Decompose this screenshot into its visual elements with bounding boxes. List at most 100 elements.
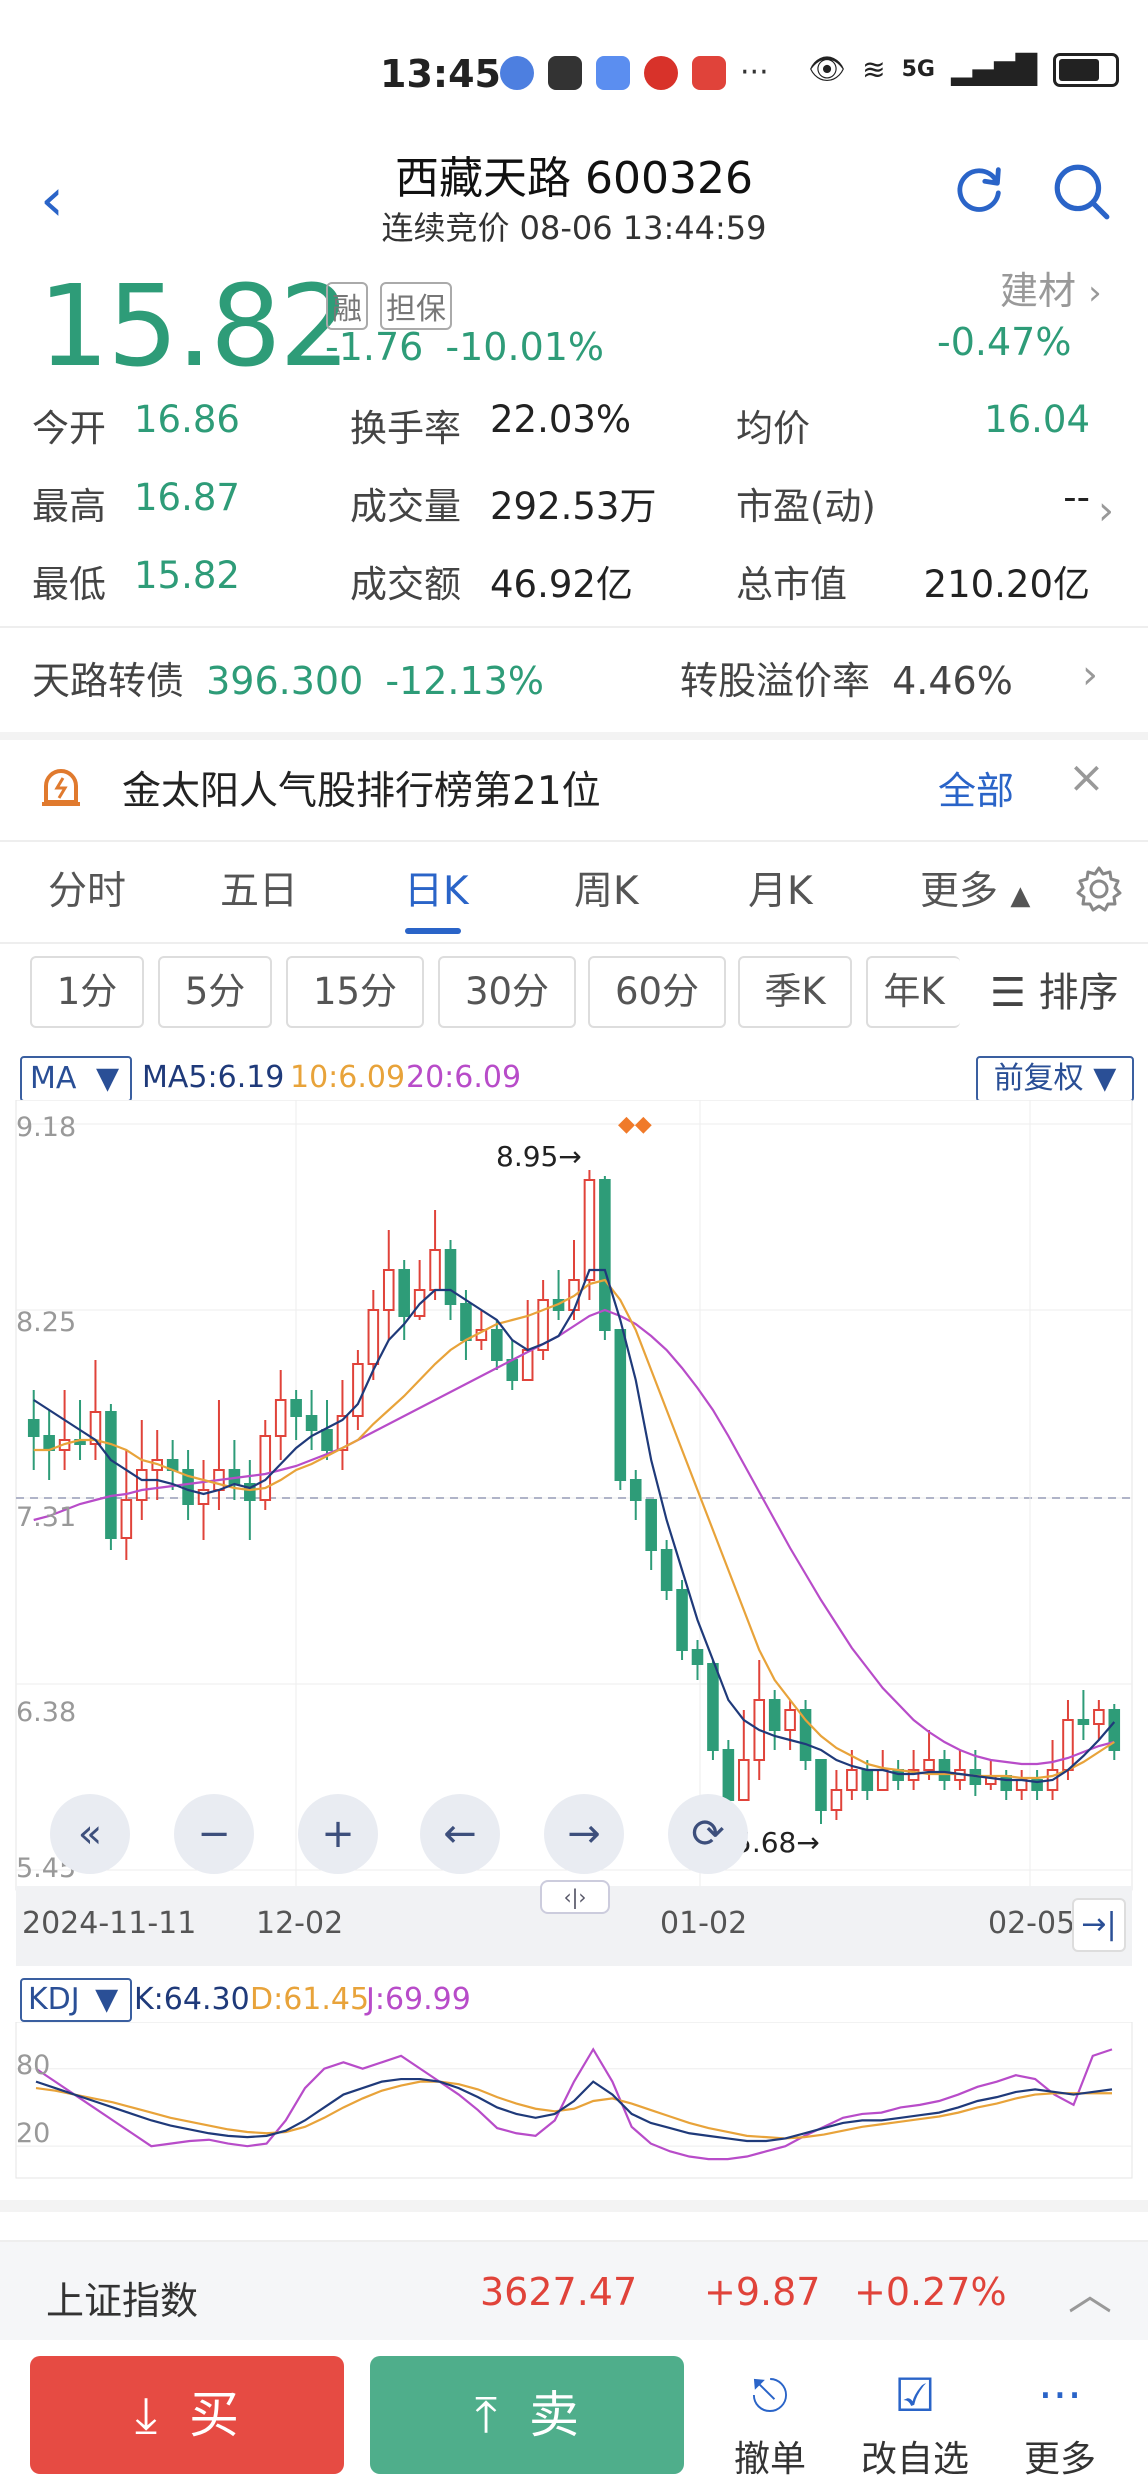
adjust-selector[interactable]: 前复权 ▼: [976, 1056, 1134, 1102]
triangle-down-icon: ▼: [1093, 1061, 1117, 1096]
network-label: 5G: [901, 57, 935, 82]
triangle-down-icon: ▼: [95, 1061, 120, 1096]
scroll-handle[interactable]: ‹|›: [540, 1880, 610, 1914]
kdj-selector[interactable]: KDJ ▼: [20, 1978, 132, 2022]
candle: [691, 1649, 704, 1665]
candle: [259, 1435, 272, 1501]
period-quarter-k[interactable]: 季K: [738, 956, 852, 1028]
period-1min[interactable]: 1分: [30, 956, 144, 1028]
stat-label: 今开: [32, 407, 106, 450]
candle: [815, 1759, 827, 1811]
more-icon: ···: [1038, 2368, 1082, 2422]
price-change: -1.76 -10.01%: [325, 325, 604, 369]
stat-value: 210.20亿: [923, 563, 1090, 606]
arrow-right-button[interactable]: →: [544, 1794, 624, 1874]
candle: [27, 1419, 40, 1437]
convertible-bond[interactable]: 天路转债 396.300 -12.13%: [32, 650, 544, 705]
promo-text[interactable]: 金太阳人气股排行榜第21位: [122, 760, 601, 816]
chevron-right-icon[interactable]: ›: [1098, 488, 1114, 534]
candle: [135, 1469, 148, 1501]
stat-label: 市盈(动): [736, 485, 876, 528]
period-year-k[interactable]: 年K: [866, 956, 960, 1028]
candle: [861, 1769, 874, 1791]
tab-weekly-k[interactable]: 周K: [574, 860, 639, 916]
chevron-right-icon[interactable]: ›: [1082, 652, 1098, 698]
sector-link[interactable]: 建材 ›: [1000, 260, 1102, 315]
triangle-down-icon: ▼: [95, 1982, 119, 2017]
notification-icons: ···: [500, 55, 769, 90]
tab-daily-k[interactable]: 日K: [404, 860, 469, 916]
cancel-order-button[interactable]: ⎋ 撤单: [710, 2360, 830, 2482]
stat-label: 成交额: [350, 563, 461, 606]
tab-five-day[interactable]: 五日: [220, 860, 298, 916]
premium-value: 4.46%: [892, 659, 1013, 703]
candle: [321, 1429, 333, 1451]
event-marker-icon[interactable]: ◆◆: [618, 1112, 652, 1137]
refresh-icon[interactable]: [950, 160, 1008, 218]
fast-rewind-button[interactable]: «: [50, 1794, 130, 1874]
ma-selector[interactable]: MA ▼: [20, 1056, 132, 1102]
status-time: 13:45: [380, 52, 501, 96]
candle: [784, 1709, 796, 1731]
tab-more[interactable]: 更多 ▲: [920, 860, 1030, 916]
period-60min[interactable]: 60分: [588, 956, 726, 1028]
index-change: +9.87: [704, 2270, 821, 2314]
candle: [429, 1249, 441, 1291]
wechat-icon: [548, 55, 582, 90]
y-tick: 8.25: [16, 1307, 77, 1338]
candle: [491, 1329, 503, 1361]
tab-monthly-k[interactable]: 月K: [748, 860, 813, 916]
kdj-chart[interactable]: [0, 2022, 1148, 2182]
candle: [645, 1499, 657, 1551]
period-5min[interactable]: 5分: [158, 956, 272, 1028]
period-15min[interactable]: 15分: [286, 956, 424, 1028]
stat-value: 16.86: [134, 398, 240, 441]
stat-value: 16.04: [984, 398, 1090, 441]
ma5-value: MA5:6.19: [142, 1060, 285, 1095]
arrow-left-button[interactable]: ←: [420, 1794, 500, 1874]
buy-button[interactable]: ⤓ 买: [30, 2356, 344, 2474]
rotate-button[interactable]: ⟳: [668, 1794, 748, 1874]
signal-icon: ▂▄▆█: [950, 53, 1038, 86]
candle: [599, 1179, 611, 1331]
candle: [105, 1411, 117, 1539]
candle: [290, 1399, 302, 1417]
tab-more-label: 更多: [920, 869, 999, 914]
candle: [583, 1179, 596, 1281]
alarm-icon: [42, 769, 80, 806]
conversion-premium[interactable]: 转股溢价率 4.46%: [680, 650, 1013, 705]
sort-button[interactable]: ☰ 排序: [990, 960, 1119, 1018]
bond-price: 396.300: [206, 659, 364, 703]
jump-to-latest-icon[interactable]: →|: [1072, 1898, 1126, 1952]
stat-value: 292.53万: [490, 485, 657, 528]
candle: [1093, 1709, 1105, 1725]
wifi-icon: ≋: [862, 53, 886, 86]
index-name: 上证指数: [46, 2279, 199, 2323]
candle: [382, 1269, 395, 1311]
stat-label: 最低: [32, 563, 106, 606]
y-tick: 7.31: [16, 1502, 77, 1533]
news-ticker[interactable]: [0, 2200, 1148, 2240]
candle: [676, 1589, 688, 1651]
candle: [1062, 1719, 1074, 1771]
guarantee-tag: 担保: [380, 282, 452, 330]
candle: [923, 1759, 935, 1771]
message-icon: [596, 55, 630, 90]
ma-selector-label: MA: [30, 1061, 77, 1096]
gear-icon[interactable]: [1074, 864, 1124, 914]
more-button[interactable]: ··· 更多: [1000, 2360, 1120, 2482]
zoom-in-button[interactable]: +: [298, 1794, 378, 1874]
zoom-out-button[interactable]: −: [174, 1794, 254, 1874]
candle: [938, 1759, 951, 1781]
candle: [460, 1303, 472, 1341]
promo-all-link[interactable]: 全部: [938, 760, 1014, 815]
search-icon[interactable]: [1050, 160, 1112, 222]
period-30min[interactable]: 30分: [438, 956, 576, 1028]
change-value: -1.76: [325, 325, 424, 369]
eye-icon: 👁: [808, 52, 847, 87]
edit-watchlist-button[interactable]: ☑ 改自选: [855, 2360, 975, 2482]
close-icon[interactable]: ×: [1068, 752, 1105, 803]
tab-intraday[interactable]: 分时: [48, 860, 126, 916]
sell-button[interactable]: ⤒ 卖: [370, 2356, 684, 2474]
chevron-up-icon[interactable]: ︿: [1068, 2258, 1112, 2322]
